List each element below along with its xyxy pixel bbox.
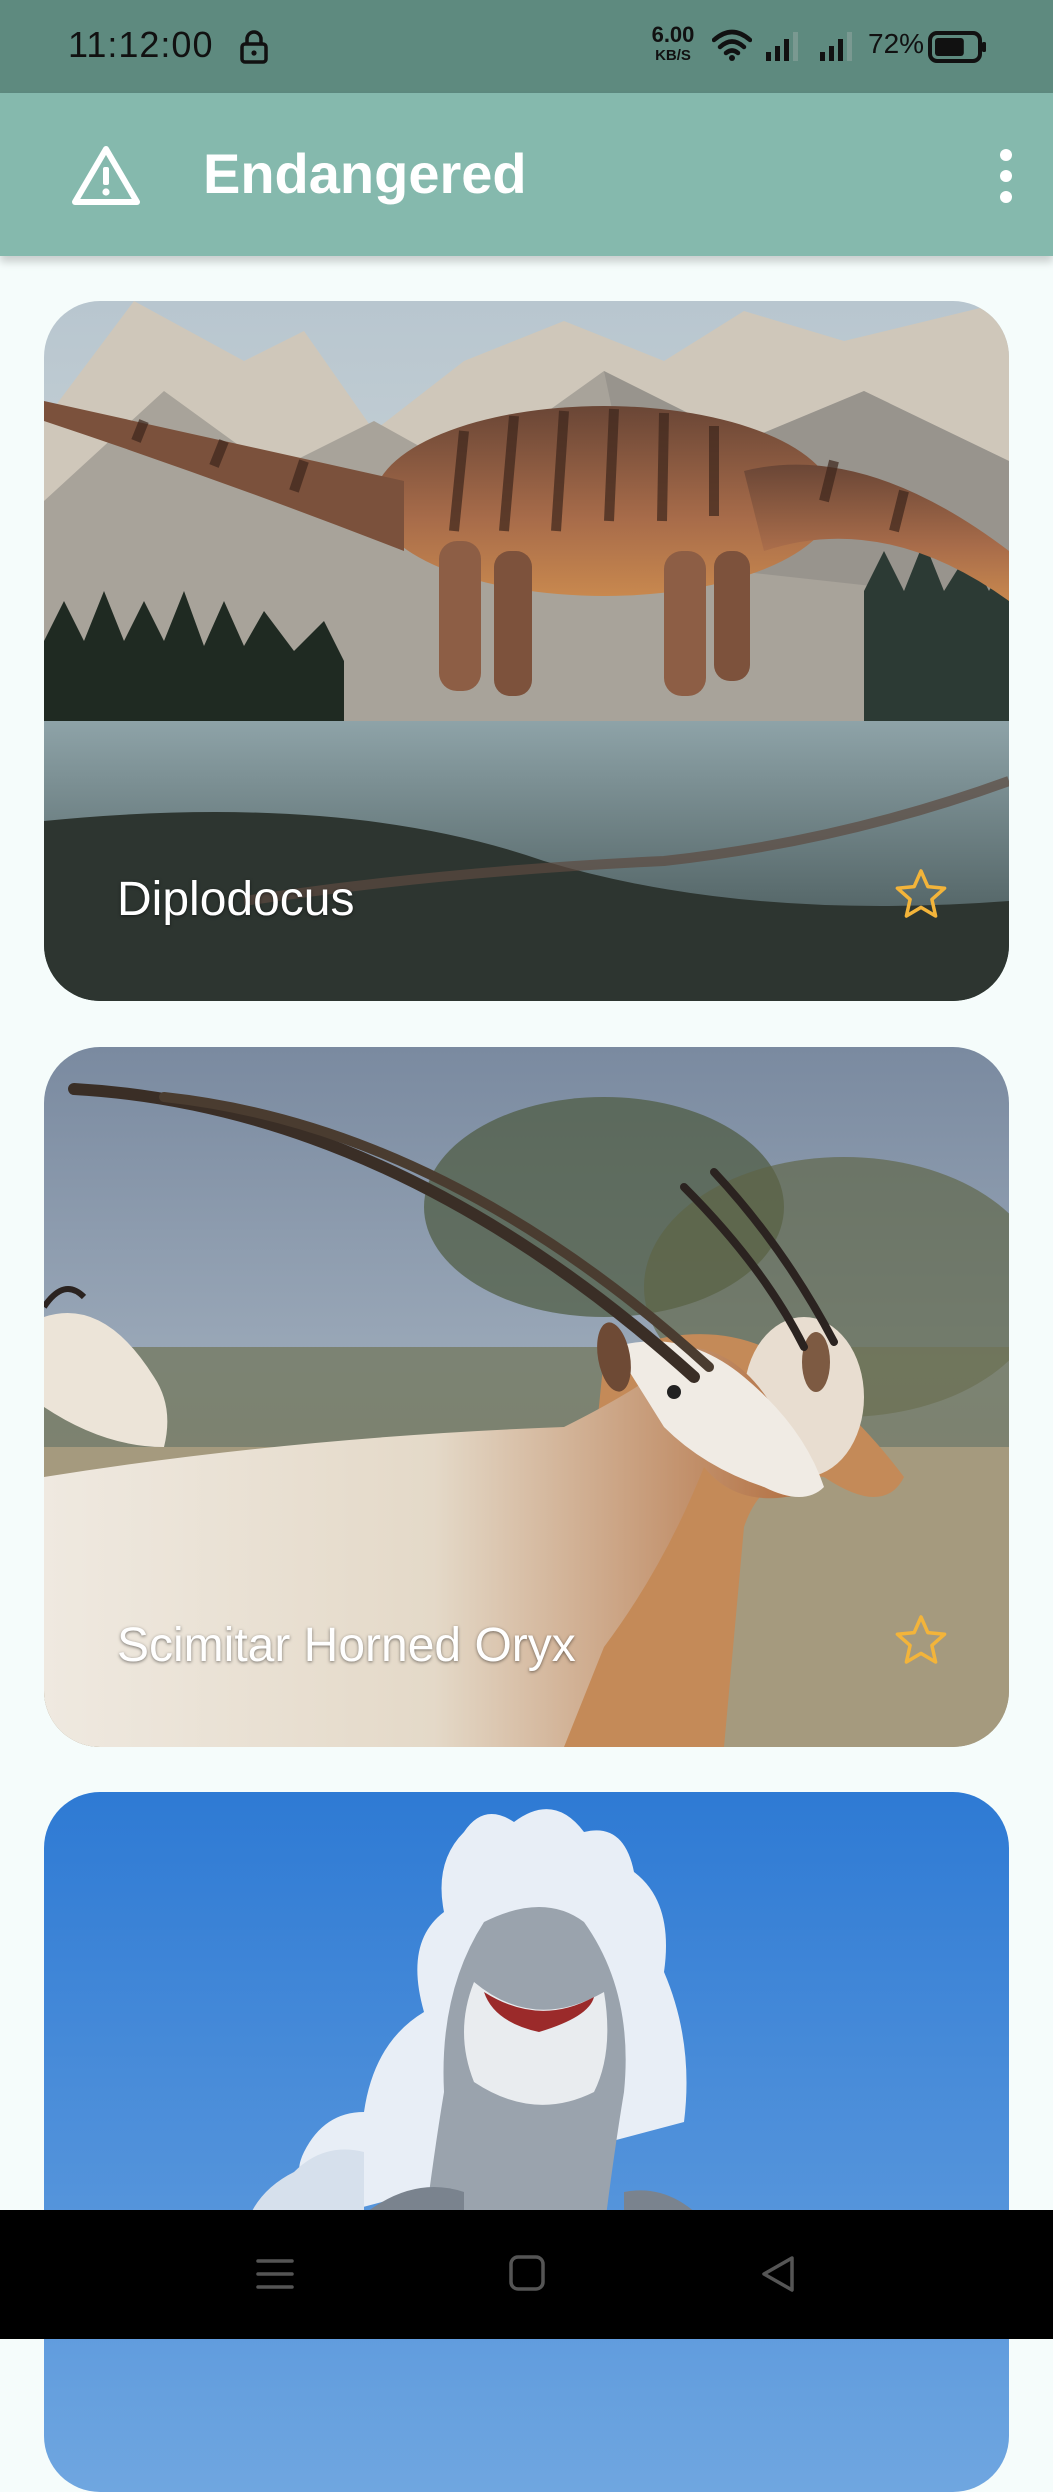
animal-card-scimitar-horned-oryx[interactable]: Scimitar Horned Oryx	[44, 1047, 1009, 1747]
battery-icon	[928, 31, 986, 63]
star-outline-icon[interactable]	[893, 867, 949, 923]
signal-icon	[766, 32, 798, 61]
status-bar: 11:12:00 6.00 KB/S 72%	[0, 0, 1053, 93]
star-outline-icon[interactable]	[893, 1613, 949, 1669]
lock-icon	[240, 30, 268, 64]
system-nav-bar	[0, 2210, 1053, 2339]
back-icon[interactable]	[758, 2254, 798, 2294]
home-icon[interactable]	[508, 2254, 546, 2292]
app-bar: Endangered	[0, 93, 1053, 256]
wifi-icon	[712, 29, 752, 61]
network-speed-value: 6.00	[651, 22, 695, 47]
warning-icon	[72, 146, 140, 205]
animal-card-diplodocus[interactable]: Diplodocus	[44, 301, 1009, 1001]
animal-card-shark[interactable]	[44, 1792, 1009, 2492]
page-title: Endangered	[203, 142, 527, 205]
card-label: Scimitar Horned Oryx	[117, 1619, 576, 1672]
card-image	[44, 1792, 1009, 2492]
network-speed: 6.00 KB/S	[645, 22, 701, 64]
network-speed-unit: KB/S	[655, 47, 691, 64]
card-label: Diplodocus	[117, 873, 355, 926]
battery-percentage: 72%	[868, 28, 925, 59]
more-vert-icon[interactable]	[991, 143, 1021, 209]
status-time: 11:12:00	[68, 24, 214, 65]
menu-icon[interactable]	[255, 2256, 295, 2292]
signal-icon	[820, 32, 852, 61]
